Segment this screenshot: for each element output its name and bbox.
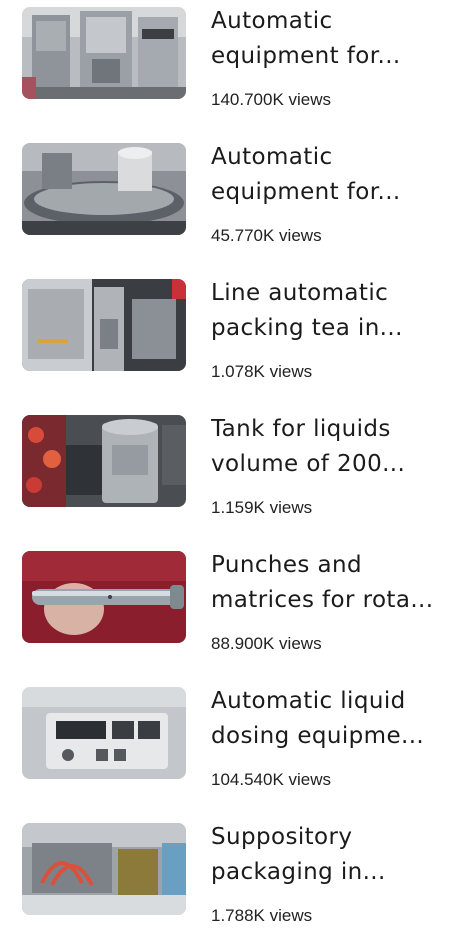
video-title[interactable]: Line automatic packing tea in... xyxy=(211,276,445,346)
video-title[interactable]: Automatic equipment for... xyxy=(211,140,445,210)
video-title[interactable]: Suppository packaging in... xyxy=(211,820,445,890)
video-title[interactable]: Automatic liquid dosing equipme... xyxy=(211,684,445,754)
video-title-line: Suppository xyxy=(211,824,353,850)
control-panel-thumbnail-image xyxy=(22,687,186,779)
video-item[interactable]: Automatic liquid dosing equipme... 104.5… xyxy=(0,680,454,816)
video-title-line: equipment for... xyxy=(211,179,401,205)
view-count: 140.700K views xyxy=(211,90,332,109)
video-title-line: Tank for liquids xyxy=(211,416,391,442)
video-item[interactable]: Suppository packaging in... 1.788K views xyxy=(0,816,454,952)
video-thumbnail[interactable] xyxy=(22,143,186,235)
punch-thumbnail-image xyxy=(22,551,186,643)
machine-thumbnail-image xyxy=(22,823,186,915)
video-title-line: Line automatic xyxy=(211,280,389,306)
video-thumbnail[interactable] xyxy=(22,823,186,915)
view-count: 1.078K views xyxy=(211,362,313,381)
video-item[interactable]: Tank for liquids volume of 200... 1.159K… xyxy=(0,408,454,544)
video-title[interactable]: Punches and matrices for rota... xyxy=(211,548,445,618)
video-title-line: Automatic xyxy=(211,8,333,34)
video-item[interactable]: Automatic equipment for... 140.700K view… xyxy=(0,0,454,136)
video-thumbnail[interactable] xyxy=(22,551,186,643)
video-thumbnail[interactable] xyxy=(22,7,186,99)
video-thumbnail[interactable] xyxy=(22,279,186,371)
video-title[interactable]: Automatic equipment for... xyxy=(211,4,445,74)
video-title[interactable]: Tank for liquids volume of 200... xyxy=(211,412,445,482)
video-title-line: packaging in... xyxy=(211,859,386,885)
video-title-line: Automatic liquid xyxy=(211,688,406,714)
view-count: 45.770K views xyxy=(211,226,322,245)
video-title-line: Automatic xyxy=(211,144,333,170)
video-thumbnail[interactable] xyxy=(22,687,186,779)
video-item[interactable]: Punches and matrices for rota... 88.900K… xyxy=(0,544,454,680)
machine-thumbnail-image xyxy=(22,279,186,371)
video-title-line: equipment for... xyxy=(211,43,401,69)
video-item[interactable]: Automatic equipment for... 45.770K views xyxy=(0,136,454,272)
video-title-line: dosing equipme... xyxy=(211,723,425,749)
video-list: Automatic equipment for... 140.700K view… xyxy=(0,0,454,927)
video-thumbnail[interactable] xyxy=(22,415,186,507)
machine-thumbnail-image xyxy=(22,7,186,99)
video-title-line: matrices for rota... xyxy=(211,587,434,613)
tank-thumbnail-image xyxy=(22,415,186,507)
view-count: 104.540K views xyxy=(211,770,332,789)
video-title-line: packing tea in... xyxy=(211,315,403,341)
video-title-line: Punches and xyxy=(211,552,362,578)
video-title-line: volume of 200... xyxy=(211,451,406,477)
machine-thumbnail-image xyxy=(22,143,186,235)
view-count: 1.788K views xyxy=(211,906,313,925)
view-count: 1.159K views xyxy=(211,498,313,517)
view-count: 88.900K views xyxy=(211,634,322,653)
video-item[interactable]: Line automatic packing tea in... 1.078K … xyxy=(0,272,454,408)
